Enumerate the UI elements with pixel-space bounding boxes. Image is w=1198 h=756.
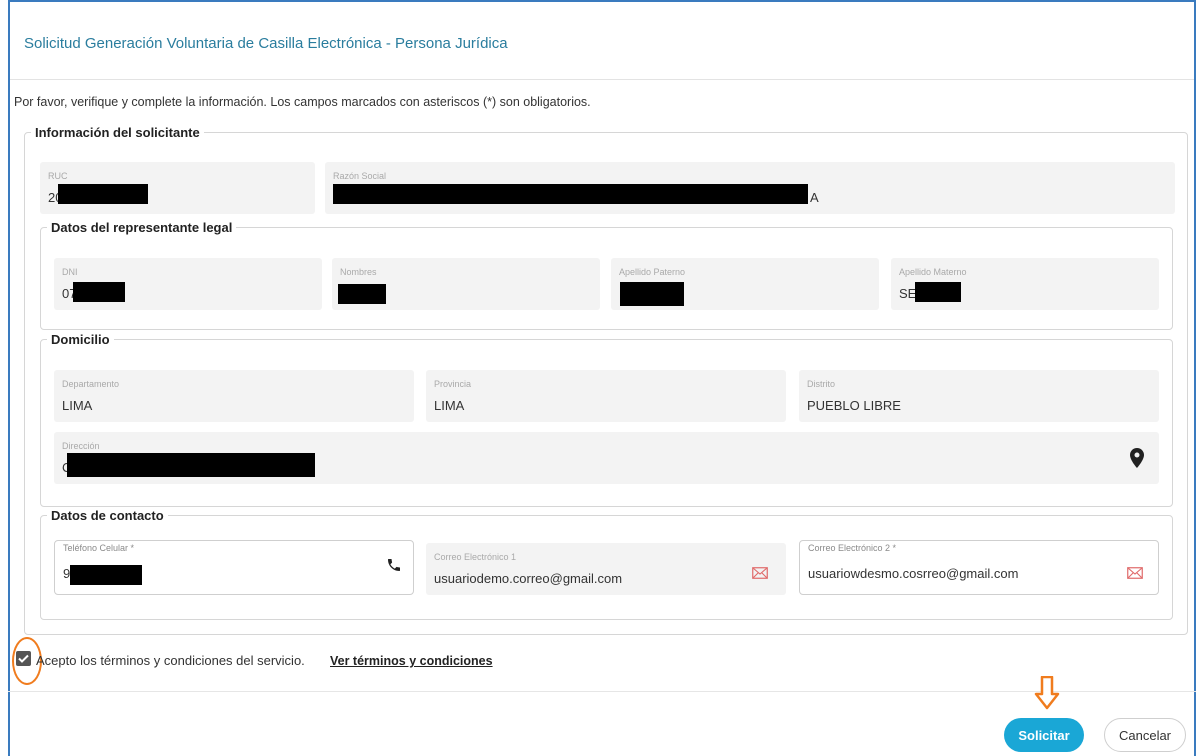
correo1-field: Correo Electrónico 1 usuariodemo.correo@… [426,543,786,595]
terms-checkbox[interactable] [16,651,31,666]
razon-social-label: Razón Social [333,171,387,181]
redaction-ruc [58,184,148,204]
distrito-value: PUEBLO LIBRE [807,398,901,413]
correo2-input[interactable]: Correo Electrónico 2 * usuariowdesmo.cos… [799,540,1159,595]
cancelar-button[interactable]: Cancelar [1104,718,1186,752]
nombres-label: Nombres [340,267,377,277]
apellido-materno-value: SE [899,286,917,301]
mail-icon [752,567,768,579]
departamento-field: Departamento LIMA [54,370,414,422]
redaction-direccion [67,453,315,477]
phone-icon [388,559,400,571]
razon-social-value: A [810,190,819,205]
provincia-field: Provincia LIMA [426,370,786,422]
dialog-header: Solicitud Generación Voluntaria de Casil… [10,2,1194,80]
dni-label: DNI [62,267,78,277]
legend-domicilio: Domicilio [51,332,110,347]
redaction-apellido-paterno [620,282,684,306]
legend-representante: Datos del representante legal [51,220,233,235]
redaction-dni [73,282,125,302]
legend-contacto: Datos de contacto [51,508,164,523]
legend-solicitante: Información del solicitante [35,125,200,140]
departamento-value: LIMA [62,398,93,413]
provincia-label: Provincia [434,379,472,389]
correo1-value: usuariodemo.correo@gmail.com [434,571,623,586]
solicitar-button[interactable]: Solicitar [1004,718,1084,752]
redaction-apellido-materno [915,282,961,302]
provincia-value: LIMA [434,398,465,413]
terms-link[interactable]: Ver términos y condiciones [330,654,493,668]
mail-icon [1127,567,1143,579]
terms-text: Acepto los términos y condiciones del se… [36,653,305,668]
distrito-field: Distrito PUEBLO LIBRE [799,370,1159,422]
intro-text: Por favor, verifique y complete la infor… [14,95,591,109]
correo2-value: usuariowdesmo.cosrreo@gmail.com [808,566,1019,581]
footer-divider [8,691,1196,692]
departamento-label: Departamento [62,379,120,389]
correo2-label: Correo Electrónico 2 * [808,543,897,553]
apellido-materno-label: Apellido Materno [899,267,967,277]
redaction-telefono [70,565,142,585]
ruc-label: RUC [48,171,68,181]
arrow-down-icon [1034,676,1060,710]
checkbox-checked-icon [18,654,29,663]
redaction-nombres [338,284,386,304]
redaction-razon-social [333,184,808,204]
map-pin-icon[interactable] [1130,448,1144,468]
direccion-label: Dirección [62,441,100,451]
distrito-label: Distrito [807,379,836,389]
apellido-paterno-label: Apellido Paterno [619,267,686,277]
correo1-label: Correo Electrónico 1 [434,552,517,562]
telefono-label: Teléfono Celular * [63,543,135,553]
dialog-title: Solicitud Generación Voluntaria de Casil… [24,35,508,52]
